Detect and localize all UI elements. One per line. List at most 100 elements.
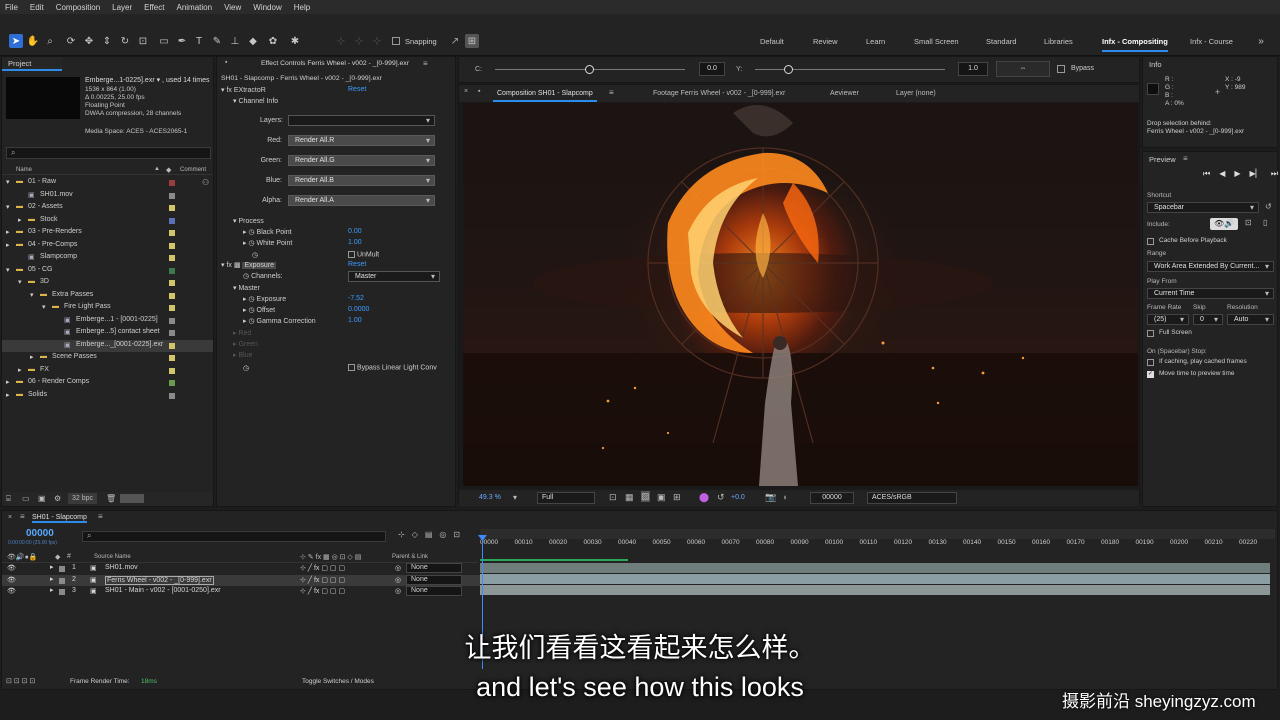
tab-composition[interactable]: Composition SH01 - Slapcomp xyxy=(493,85,597,102)
pen-tool-icon[interactable]: ✒ xyxy=(175,34,189,48)
label-color-swatch[interactable] xyxy=(169,280,175,286)
layer-switches-icon[interactable]: ⊹ ╱ fx ▢ ▢ ▢ xyxy=(300,576,345,584)
roto-brush-tool-icon[interactable]: ✿ xyxy=(266,34,280,48)
label-color-swatch[interactable] xyxy=(169,342,175,349)
link-button[interactable]: ⇔ xyxy=(996,61,1050,77)
stopwatch-icon[interactable]: ◷ xyxy=(248,240,254,247)
chevron-icon[interactable]: ▸ xyxy=(30,353,34,361)
chevron-right-icon[interactable]: ▸ xyxy=(243,296,247,303)
chevron-down-icon[interactable]: ▾ xyxy=(233,98,237,105)
frame-rate-select[interactable]: (25) xyxy=(1147,314,1189,325)
resolution-select[interactable]: Auto xyxy=(1227,314,1274,325)
layers-select[interactable] xyxy=(288,115,435,126)
chevron-right-icon[interactable]: ▸ xyxy=(243,240,247,247)
next-frame-icon[interactable]: ▶▏ xyxy=(1250,169,1262,179)
label-color-swatch[interactable] xyxy=(169,305,175,311)
type-tool-icon[interactable]: T xyxy=(192,34,206,48)
workspace-infx-compositing[interactable]: Infx - Compositing xyxy=(1102,37,1168,52)
reset-icon[interactable]: ↺ xyxy=(1265,202,1272,211)
rotate-tool-icon[interactable]: ↻ xyxy=(118,34,132,48)
chevron-down-icon[interactable]: ▾ xyxy=(513,493,517,502)
project-folder[interactable]: ▾ ▬ Extra Passes xyxy=(2,290,213,302)
anchor-tool-icon[interactable]: ⊡ xyxy=(136,34,150,48)
project-folder[interactable]: ▸ ▬ 03 - Pre-Renders xyxy=(2,227,213,239)
menu-item-view[interactable]: View xyxy=(224,3,241,12)
black-point-value[interactable]: 0.00 xyxy=(348,228,362,235)
chevron-down-icon[interactable]: ▾ xyxy=(233,218,237,225)
puppet-tool-icon[interactable]: ✱ xyxy=(288,34,302,48)
effect-extractor-header[interactable]: ▾ fx EXtractoR xyxy=(221,86,266,94)
label-color-swatch[interactable] xyxy=(169,267,175,274)
project-folder[interactable]: ▾ ▬ 01 - Raw xyxy=(2,177,213,189)
brush-tool-icon[interactable]: ✎ xyxy=(210,34,224,48)
new-folder-icon[interactable]: ▭ xyxy=(22,494,30,503)
master-group[interactable]: ▾ Master xyxy=(233,284,260,292)
gamma-value-wrap[interactable]: 1.00 xyxy=(348,317,362,324)
black-point-value-wrap[interactable]: 0.00 xyxy=(348,228,362,235)
workspace-review[interactable]: Review xyxy=(813,37,838,46)
project-folder[interactable]: ▾ ▬ Fire Light Pass xyxy=(2,302,213,314)
label-color-swatch[interactable] xyxy=(59,566,65,572)
layer-row[interactable]: 👁 ▸ 2 ▣ Ferris Wheel - v002 - _[0-999].exr ⊹ … xyxy=(2,574,480,586)
orbit-tool-icon[interactable]: ⟳ xyxy=(64,34,78,48)
label-column-icon[interactable]: ◆ xyxy=(166,166,171,174)
offset-value-wrap[interactable]: 0.0000 xyxy=(348,306,369,313)
workspace-infx-course[interactable]: Infx - Course xyxy=(1190,37,1233,46)
c-slider-handle[interactable] xyxy=(585,65,594,74)
layer-switches-icon[interactable]: ⊹ ╱ fx ▢ ▢ ▢ xyxy=(300,587,345,595)
draft-3d-icon[interactable]: ⊹ xyxy=(398,530,405,539)
menu-item-edit[interactable]: Edit xyxy=(30,3,44,12)
effect-controls-tab[interactable]: Effect Controls Ferris Wheel - v002 - _[… xyxy=(261,60,409,67)
workspace-default[interactable]: Default xyxy=(760,37,784,46)
c-value-input[interactable]: 0.0 xyxy=(699,62,725,76)
item-name[interactable]: Emberge...1-0225].exr ▾ , used 14 times xyxy=(85,76,210,84)
eraser-tool-icon[interactable]: ◆ xyxy=(246,34,260,48)
mask-visibility-icon[interactable]: ▨ xyxy=(641,491,650,502)
clone-stamp-tool-icon[interactable]: ⊥ xyxy=(228,34,242,48)
label-color-swatch[interactable] xyxy=(169,255,175,261)
stopwatch-icon[interactable]: ◷ xyxy=(248,307,254,314)
stopwatch-icon[interactable]: ◷ xyxy=(243,273,249,280)
snap-grid-icon[interactable]: ⊞ xyxy=(465,34,479,48)
panel-menu-icon[interactable]: ≡ xyxy=(98,512,103,521)
bypass-linear-row[interactable]: Bypass Linear Light Conv xyxy=(348,364,437,371)
layer-name[interactable]: SH01.mov xyxy=(105,564,138,571)
interpret-footage-icon[interactable]: ⌸ xyxy=(6,494,11,504)
reset-link[interactable]: Reset xyxy=(348,86,366,93)
zoom-level[interactable]: 49.3 % xyxy=(479,494,501,501)
extractor-reset[interactable]: Reset xyxy=(348,86,366,93)
layer-name[interactable]: Ferris Wheel - v002 - _[0-999].exr xyxy=(105,575,214,585)
layer-bar-1[interactable] xyxy=(480,563,1270,573)
menu-item-window[interactable]: Window xyxy=(253,3,281,12)
panel-menu-icon[interactable]: ≡ xyxy=(1183,154,1188,163)
chevron-icon[interactable]: ▾ xyxy=(6,266,10,274)
if-caching-checkbox[interactable] xyxy=(1147,359,1154,366)
chevron-icon[interactable]: ▾ xyxy=(6,178,10,186)
chevron-down-icon[interactable]: ▾ xyxy=(221,262,225,269)
chevron-icon[interactable]: ▾ xyxy=(18,278,22,286)
chevron-right-icon[interactable]: ▸ xyxy=(233,352,237,359)
tab-layer[interactable]: Layer (none) xyxy=(896,90,936,97)
delete-icon[interactable]: 🗑 xyxy=(106,494,116,503)
label-color-swatch[interactable] xyxy=(169,192,175,199)
chevron-right-icon[interactable]: ▸ xyxy=(243,307,247,314)
parent-link-header[interactable]: Parent & Link xyxy=(392,554,428,560)
chevron-icon[interactable]: ▾ xyxy=(6,203,10,211)
project-folder[interactable]: ▸ ▬ FX xyxy=(2,365,213,377)
label-color-swatch[interactable] xyxy=(169,230,175,236)
fx-icon[interactable]: fx xyxy=(226,87,231,94)
zoom-tool-icon[interactable]: ⌕ xyxy=(43,34,57,48)
snap-option-icon[interactable]: ↗ xyxy=(448,34,462,48)
pan-tool-icon[interactable]: ✥ xyxy=(82,34,96,48)
channels-select[interactable]: Master xyxy=(348,271,440,282)
project-folder[interactable]: ▸ ▬ 06 - Render Comps xyxy=(2,377,213,389)
range-select[interactable]: Work Area Extended By Current... xyxy=(1147,261,1274,272)
red-group[interactable]: ▸ Red xyxy=(233,329,251,337)
close-icon[interactable]: × xyxy=(8,514,12,521)
skip-select[interactable]: 0 xyxy=(1193,314,1223,325)
label-color-swatch[interactable] xyxy=(169,180,175,186)
y-slider-handle[interactable] xyxy=(784,65,793,74)
label-color-swatch[interactable] xyxy=(169,367,175,374)
guides-icon[interactable]: ▣ xyxy=(657,492,666,503)
more-workspaces-icon[interactable]: » xyxy=(1254,34,1268,48)
